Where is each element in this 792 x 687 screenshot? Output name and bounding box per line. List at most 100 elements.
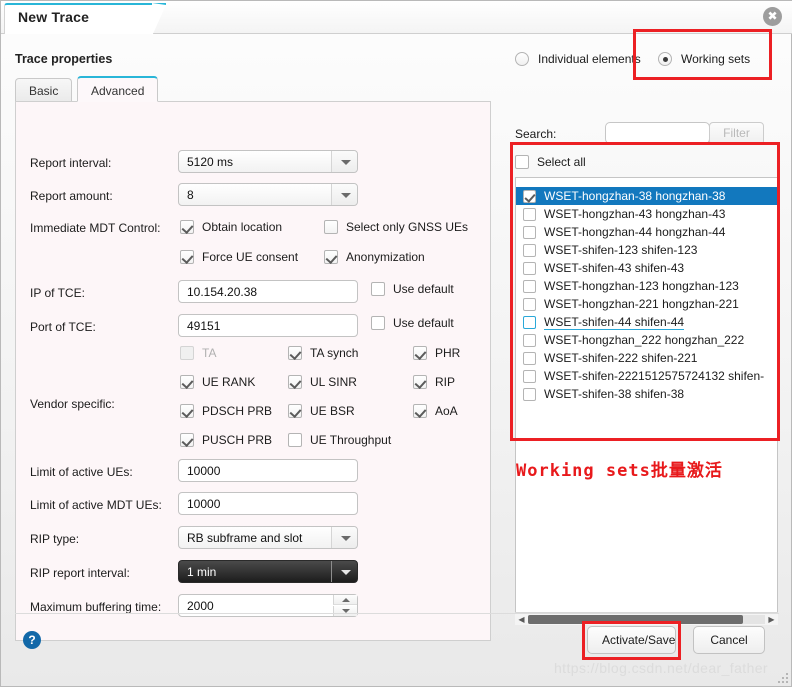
checkbox-icon: [324, 250, 338, 264]
checkbox-ue-throughput[interactable]: UE Throughput: [288, 433, 391, 447]
checkbox-icon: [180, 346, 194, 360]
checkbox-use-default-port[interactable]: Use default: [371, 316, 454, 330]
port-of-tce-label: Port of TCE:: [30, 320, 96, 334]
checkbox-label: PHR: [435, 346, 461, 360]
scroll-left-icon[interactable]: ◀: [515, 615, 528, 624]
checkbox-icon[interactable]: [523, 351, 536, 365]
checkbox-ta-synch[interactable]: TA synch: [288, 346, 358, 360]
checkbox-force-ue-consent[interactable]: Force UE consent: [180, 250, 298, 264]
radio-individual-elements[interactable]: Individual elements: [515, 52, 641, 66]
resize-grip[interactable]: [778, 673, 788, 683]
limit-active-ues-input[interactable]: 10000: [178, 459, 358, 482]
checkbox-ue-bsr[interactable]: UE BSR: [288, 404, 355, 418]
stepper-down-icon[interactable]: [333, 606, 357, 616]
checkbox-icon: [515, 155, 529, 169]
activate-save-button[interactable]: Activate/Save: [587, 626, 676, 654]
rip-type-value: RB subframe and slot: [187, 531, 303, 545]
dialog-titlebar: New Trace ✖: [1, 1, 792, 36]
list-item[interactable]: WSET-hongzhan-38 hongzhan-38: [516, 187, 777, 205]
checkbox-icon[interactable]: [523, 261, 536, 275]
checkbox-label: Select all: [537, 155, 586, 169]
list-item[interactable]: WSET-shifen-222 shifen-221: [516, 349, 777, 367]
list-item-label: WSET-shifen-123 shifen-123: [544, 243, 698, 257]
checkbox-phr[interactable]: PHR: [413, 346, 460, 360]
list-item[interactable]: WSET-shifen-43 shifen-43: [516, 259, 777, 277]
chevron-down-icon[interactable]: [331, 184, 357, 205]
radio-label: Working sets: [681, 52, 751, 66]
list-item[interactable]: WSET-shifen-38 shifen-38: [516, 385, 777, 403]
list-item[interactable]: WSET-shifen-123 shifen-123: [516, 241, 777, 259]
tab-advanced[interactable]: Advanced: [77, 76, 159, 102]
list-item[interactable]: WSET-hongzhan-123 hongzhan-123: [516, 277, 777, 295]
scrollbar-thumb[interactable]: [528, 614, 743, 624]
checkbox-label: Use default: [393, 316, 454, 330]
chevron-down-icon[interactable]: [331, 561, 357, 582]
report-interval-value: 5120 ms: [187, 155, 234, 169]
limit-active-mdt-ues-label: Limit of active MDT UEs:: [30, 498, 162, 512]
port-of-tce-input[interactable]: 49151: [178, 314, 358, 337]
list-item[interactable]: WSET-shifen-44 shifen-44: [516, 313, 777, 331]
checkbox-icon: [371, 316, 385, 330]
radio-working-sets[interactable]: Working sets: [658, 52, 750, 66]
checkbox-select-only-gnss-ues[interactable]: Select only GNSS UEs: [324, 220, 468, 234]
checkbox-icon[interactable]: [523, 333, 536, 347]
checkbox-obtain-location[interactable]: Obtain location: [180, 220, 282, 234]
checkbox-icon[interactable]: [523, 369, 536, 383]
checkbox-icon[interactable]: [523, 207, 536, 221]
list-item[interactable]: WSET-hongzhan-44 hongzhan-44: [516, 223, 777, 241]
ip-of-tce-input[interactable]: 10.154.20.38: [178, 280, 358, 303]
max-buffering-time-value: 2000: [187, 599, 214, 613]
checkbox-icon[interactable]: [523, 387, 536, 401]
rip-report-interval-combo[interactable]: 1 min: [178, 560, 358, 583]
cancel-button[interactable]: Cancel: [693, 626, 765, 654]
checkbox-icon[interactable]: [523, 315, 536, 329]
checkbox-icon[interactable]: [523, 225, 536, 239]
checkbox-icon[interactable]: [523, 279, 536, 293]
tab-basic[interactable]: Basic: [15, 78, 73, 102]
checkbox-icon: [413, 346, 427, 360]
limit-active-ues-label: Limit of active UEs:: [30, 465, 133, 479]
working-sets-list[interactable]: WSET-hongzhan-38 hongzhan-38 WSET-hongzh…: [515, 177, 778, 625]
chevron-down-icon[interactable]: [331, 151, 357, 172]
new-trace-dialog: New Trace ✖ Trace properties Basic Advan…: [0, 0, 792, 687]
checkbox-ul-sinr[interactable]: UL SINR: [288, 375, 357, 389]
rip-type-combo[interactable]: RB subframe and slot: [178, 526, 358, 549]
chevron-down-icon[interactable]: [331, 527, 357, 548]
checkbox-icon[interactable]: [523, 189, 536, 203]
filter-button[interactable]: Filter: [709, 122, 764, 145]
checkbox-select-all[interactable]: Select all: [515, 155, 586, 169]
search-input[interactable]: [605, 122, 710, 144]
list-item-label: WSET-shifen-43 shifen-43: [544, 261, 685, 275]
checkbox-label: Force UE consent: [202, 250, 299, 264]
checkbox-rip[interactable]: RIP: [413, 375, 455, 389]
checkbox-pdsch-prb[interactable]: PDSCH PRB: [180, 404, 272, 418]
limit-active-mdt-ues-input[interactable]: 10000: [178, 492, 358, 515]
max-buffering-time-label: Maximum buffering time:: [30, 600, 162, 614]
checkbox-use-default-ip[interactable]: Use default: [371, 282, 454, 296]
list-item-label: WSET-shifen-222 shifen-221: [544, 351, 698, 365]
checkbox-anonymization[interactable]: Anonymization: [324, 250, 425, 264]
search-label: Search:: [515, 127, 557, 141]
list-item[interactable]: WSET-hongzhan-221 hongzhan-221: [516, 295, 777, 313]
checkbox-ue-rank[interactable]: UE RANK: [180, 375, 255, 389]
checkbox-ta[interactable]: TA: [180, 346, 216, 360]
stepper-up-icon[interactable]: [333, 595, 357, 605]
close-icon[interactable]: ✖: [763, 7, 782, 26]
checkbox-icon[interactable]: [523, 297, 536, 311]
report-amount-label: Report amount:: [30, 189, 113, 203]
help-icon[interactable]: ?: [23, 631, 41, 649]
report-interval-combo[interactable]: 5120 ms: [178, 150, 358, 173]
checkbox-label: UL SINR: [310, 375, 357, 389]
checkbox-aoa[interactable]: AoA: [413, 404, 458, 418]
scrollbar-track[interactable]: [528, 614, 765, 624]
report-amount-value: 8: [187, 188, 194, 202]
list-item[interactable]: WSET-hongzhan-43 hongzhan-43: [516, 205, 777, 223]
checkbox-icon[interactable]: [523, 243, 536, 257]
list-item[interactable]: WSET-hongzhan_222 hongzhan_222: [516, 331, 777, 349]
list-item[interactable]: WSET-shifen-2221512575724132 shifen-: [516, 367, 777, 385]
report-amount-combo[interactable]: 8: [178, 183, 358, 206]
scroll-right-icon[interactable]: ▶: [765, 615, 778, 624]
list-item-label: WSET-shifen-2221512575724132 shifen-: [544, 369, 765, 383]
checkbox-pusch-prb[interactable]: PUSCH PRB: [180, 433, 272, 447]
checkbox-icon: [180, 220, 194, 234]
